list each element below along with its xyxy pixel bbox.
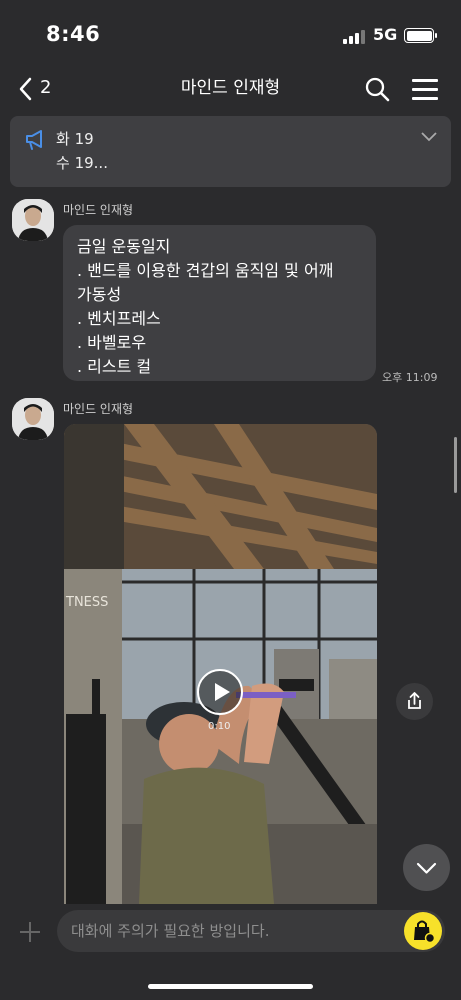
message-line: . 밴드를 이용한 견갑의 움직임 및 어깨 (77, 261, 334, 280)
network-type: 5G (373, 25, 398, 44)
share-button[interactable] (396, 683, 433, 720)
shopping-button[interactable] (404, 912, 442, 950)
message-line: . 리스트 컬 (77, 357, 152, 376)
status-bar: 8:46 5G (0, 0, 461, 70)
plus-icon (20, 922, 40, 942)
message-input[interactable] (57, 910, 445, 952)
play-icon (215, 683, 230, 701)
composer-bar (0, 904, 461, 1000)
chat-header: 2 마인드 인재형 (0, 64, 461, 112)
status-time: 8:46 (46, 22, 101, 46)
scroll-to-bottom-button[interactable] (403, 844, 450, 891)
signal-icon (343, 29, 367, 44)
sender-name: 마인드 인재형 (63, 402, 134, 416)
share-icon (408, 692, 421, 709)
message-line: . 벤치프레스 (77, 309, 161, 328)
notice-text-line2: 수 19... (56, 154, 108, 172)
chevron-down-icon (416, 862, 437, 874)
avatar[interactable] (12, 199, 54, 241)
search-button[interactable] (364, 76, 392, 104)
battery-icon (404, 28, 437, 43)
sender-name: 마인드 인재형 (63, 203, 134, 217)
search-icon (365, 77, 390, 102)
megaphone-icon (26, 130, 42, 150)
menu-button[interactable] (412, 77, 440, 103)
video-thumbnail[interactable]: TNESS (64, 424, 377, 904)
message-line: 금일 운동일지 (77, 237, 171, 256)
shopping-bag-icon (414, 920, 436, 944)
home-indicator (148, 984, 313, 989)
avatar[interactable] (12, 398, 54, 440)
chevron-down-icon[interactable] (421, 132, 437, 142)
video-duration: 0:10 (208, 721, 231, 732)
notice-banner[interactable]: 화 19 수 19... (10, 116, 451, 187)
message-time: 오후 11:09 (382, 371, 438, 384)
message-line: . 바벨로우 (77, 333, 147, 352)
scrollbar-thumb[interactable] (454, 437, 457, 493)
message-bubble[interactable]: 금일 운동일지 . 밴드를 이용한 견갑의 움직임 및 어깨 가동성 . 벤치프… (63, 225, 376, 381)
notice-text-line1: 화 19 (56, 130, 94, 148)
attach-button[interactable] (18, 920, 42, 944)
message-line: 가동성 (77, 285, 122, 304)
gym-sign-text: TNESS (65, 595, 108, 610)
play-button[interactable] (197, 669, 243, 715)
